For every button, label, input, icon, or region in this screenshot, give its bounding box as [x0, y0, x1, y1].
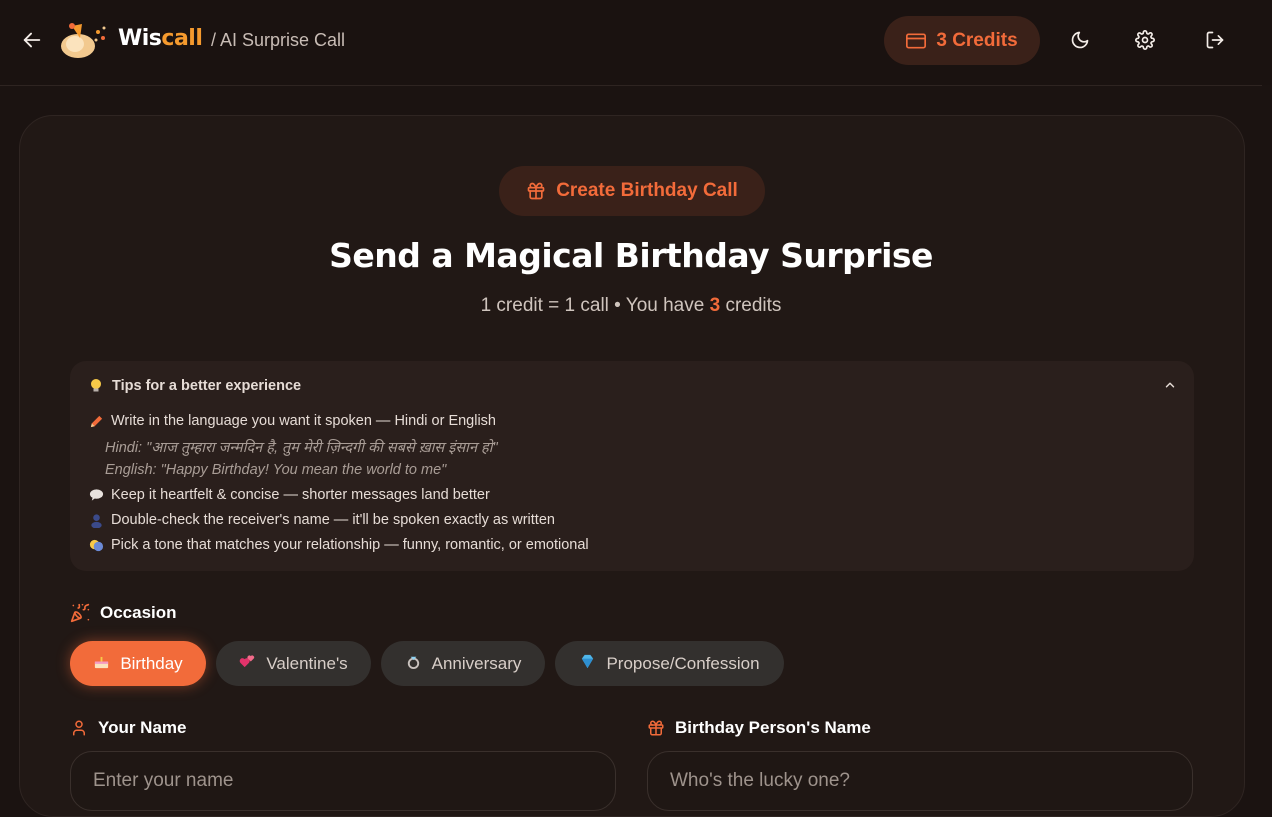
- tip-item: Write in the language you want it spoken…: [88, 413, 496, 429]
- page-title: Send a Magical Birthday Surprise: [329, 236, 933, 275]
- birthday-person-label-text: Birthday Person's Name: [675, 718, 871, 737]
- subtitle-suffix: credits: [720, 295, 782, 316]
- user-icon: [73, 720, 85, 736]
- occasion-chip-label: Valentine's: [266, 653, 348, 673]
- wiscall-logo: [58, 20, 110, 60]
- occasion-valentines-chip[interactable]: Valentine's: [216, 641, 371, 686]
- tips-heading: Tips for a better experience: [112, 378, 302, 394]
- cake-icon: [93, 653, 110, 674]
- logout-button[interactable]: [1201, 26, 1229, 54]
- scrollbar[interactable]: [1262, 85, 1272, 789]
- theater-masks-icon: [88, 537, 104, 553]
- top-bar: Wiscall / AI Surprise Call 3 Credits: [0, 0, 1272, 86]
- ring-icon: [405, 653, 422, 674]
- back-button[interactable]: [18, 26, 46, 54]
- party-popper-icon: [70, 603, 90, 623]
- tip-text: Write in the language you want it spoken…: [111, 413, 497, 429]
- create-button-label: Create Birthday Call: [556, 180, 738, 201]
- brand-name[interactable]: Wiscall: [118, 26, 203, 51]
- tip-item: Keep it heartfelt & concise — shorter me…: [88, 487, 490, 503]
- tip-text: Keep it heartfelt & concise — shorter me…: [111, 487, 490, 503]
- credits-button[interactable]: 3 Credits: [884, 16, 1040, 65]
- arrow-left-icon: [23, 32, 41, 48]
- occasion-label-text: Occasion: [100, 603, 177, 622]
- pencil-icon: [88, 413, 104, 429]
- tips-collapse-button[interactable]: [1160, 375, 1180, 395]
- your-name-label: Your Name: [70, 718, 187, 738]
- tip-text: Pick a tone that matches your relationsh…: [111, 537, 589, 553]
- tip-text: Double-check the receiver's name — it'll…: [111, 512, 555, 528]
- credits-subtitle: 1 credit = 1 call • You have 3 credits: [0, 295, 1262, 317]
- speech-bubble-icon: [88, 487, 104, 503]
- settings-button[interactable]: [1131, 26, 1159, 54]
- subtitle-prefix: 1 credit = 1 call • You have: [480, 295, 710, 316]
- tip-item: Double-check the receiver's name — it'll…: [88, 512, 555, 528]
- chevron-up-icon: [1165, 382, 1175, 388]
- create-birthday-call-button[interactable]: Create Birthday Call: [499, 166, 765, 216]
- theme-toggle-button[interactable]: [1066, 26, 1094, 54]
- credits-label: 3 Credits: [936, 29, 1018, 51]
- person-icon: [88, 512, 104, 528]
- occasion-label: Occasion: [70, 603, 177, 623]
- gem-icon: [579, 653, 596, 674]
- moon-icon: [1071, 31, 1089, 49]
- your-name-input[interactable]: Enter your name: [70, 751, 616, 811]
- tips-header[interactable]: Tips for a better experience: [88, 378, 301, 394]
- breadcrumb: / AI Surprise Call: [211, 30, 346, 50]
- gift-icon: [527, 182, 545, 200]
- tip-item: Pick a tone that matches your relationsh…: [88, 537, 589, 553]
- logout-icon: [1206, 31, 1224, 49]
- occasion-birthday-chip[interactable]: Birthday: [70, 641, 206, 686]
- birthday-person-name-input[interactable]: Who's the lucky one?: [647, 751, 1193, 811]
- occasion-propose-chip[interactable]: Propose/Confession: [555, 641, 784, 686]
- gift-icon: [648, 720, 664, 736]
- subtitle-credit-count: 3: [709, 295, 721, 316]
- brand-part1: Wis: [118, 26, 162, 51]
- two-hearts-icon: [239, 653, 256, 674]
- credit-card-icon: [906, 33, 927, 48]
- tip-example-english: English: "Happy Birthday! You mean the w…: [105, 462, 447, 478]
- tip-example-hindi: Hindi: "आज तुम्हारा जन्मदिन है, तुम मेरी…: [105, 440, 498, 456]
- birthday-person-name-label: Birthday Person's Name: [647, 718, 871, 738]
- occasion-chip-label: Birthday: [120, 653, 183, 673]
- your-name-label-text: Your Name: [98, 718, 187, 737]
- gear-icon: [1135, 30, 1155, 50]
- lightbulb-icon: [88, 378, 104, 394]
- occasion-chip-label: Anniversary: [431, 653, 522, 673]
- tips-panel: Tips for a better experience Write in th…: [70, 361, 1194, 571]
- occasion-chip-label: Propose/Confession: [606, 653, 760, 673]
- brand-part2: call: [161, 26, 203, 51]
- occasion-anniversary-chip[interactable]: Anniversary: [381, 641, 545, 686]
